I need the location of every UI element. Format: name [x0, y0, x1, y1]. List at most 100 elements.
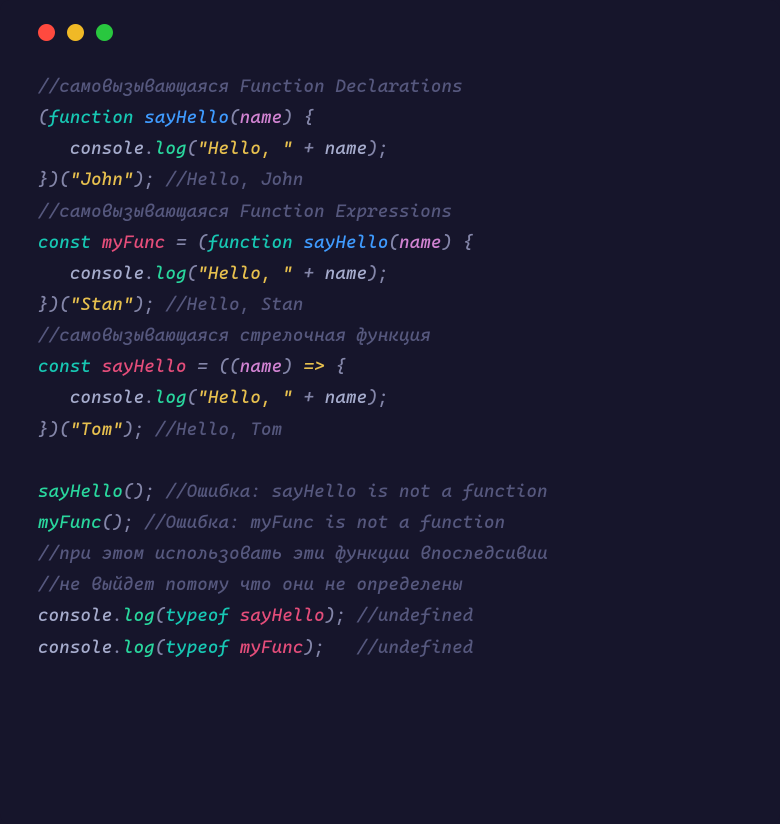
code-token: console [70, 263, 144, 284]
code-token: . [112, 605, 123, 626]
code-token: typeof [165, 605, 229, 626]
code-line: })("Tom"); //Hello, Tom [38, 414, 742, 445]
code-token: //undefined [357, 605, 474, 626]
code-token: const [38, 232, 91, 253]
code-line: myFunc(); //Ошибка: myFunc is not a func… [38, 507, 742, 538]
code-token: //Hello, Stan [165, 294, 303, 315]
code-token: //Hello, Tom [155, 419, 282, 440]
code-token: //самовызывающаяся Function Declarations [38, 76, 463, 97]
code-token: //Ошибка: myFunc is not a function [144, 512, 505, 533]
code-line: console.log(typeof sayHello); //undefine… [38, 600, 742, 631]
code-token: //самовызывающаяся стрелочная функция [38, 325, 431, 346]
code-token: const [38, 356, 91, 377]
code-token: ) { [442, 232, 474, 253]
code-token: + [293, 263, 325, 284]
code-token: = (( [187, 356, 240, 377]
code-line: const sayHello = ((name) => { [38, 351, 742, 382]
code-token: console [70, 138, 144, 159]
code-window: //самовызывающаяся Function Declarations… [0, 0, 780, 824]
minimize-icon[interactable] [67, 24, 84, 41]
code-block: //самовызывающаяся Function Declarations… [0, 49, 780, 693]
code-token: . [144, 387, 155, 408]
code-token: . [144, 138, 155, 159]
code-token: typeof [165, 637, 229, 658]
code-line: //при этом использовать эти функции впос… [38, 538, 742, 569]
code-token: //не выйдет потому что они не определены [38, 574, 463, 595]
code-token [91, 232, 102, 253]
code-token: //самовызывающаяся Function Expressions [38, 201, 452, 222]
code-token: sayHello [102, 356, 187, 377]
code-line: console.log("Hello, " + name); [38, 133, 742, 164]
code-token: . [144, 263, 155, 284]
code-token: ); [367, 263, 388, 284]
code-token: console [38, 605, 112, 626]
code-token: sayHello [304, 232, 389, 253]
code-token: + [293, 387, 325, 408]
code-token: "Tom" [70, 419, 123, 440]
code-token [38, 138, 70, 159]
code-line: (function sayHello(name) { [38, 102, 742, 133]
code-token: console [70, 387, 144, 408]
code-token: ); [304, 637, 357, 658]
code-line: })("Stan"); //Hello, Stan [38, 289, 742, 320]
code-token: })( [38, 169, 70, 190]
close-icon[interactable] [38, 24, 55, 41]
code-token: ); [123, 419, 155, 440]
code-line: })("John"); //Hello, John [38, 164, 742, 195]
code-token: //undefined [357, 637, 474, 658]
code-token: "Hello, " [197, 138, 293, 159]
code-token: ); [325, 605, 357, 626]
code-token [38, 387, 70, 408]
code-token: //при этом использовать эти функции впос… [38, 543, 548, 564]
code-token: => [304, 356, 325, 377]
code-token: ( [388, 232, 399, 253]
code-token: ( [155, 637, 166, 658]
code-token [293, 232, 304, 253]
code-token: ) { [282, 107, 314, 128]
code-line: //самовызывающаяся стрелочная функция [38, 320, 742, 351]
code-token: . [112, 637, 123, 658]
code-line: //не выйдет потому что они не определены [38, 569, 742, 600]
maximize-icon[interactable] [96, 24, 113, 41]
code-line [38, 445, 742, 476]
code-token: log [155, 263, 187, 284]
code-token: ( [155, 605, 166, 626]
code-token: ) [282, 356, 303, 377]
code-token: log [123, 637, 155, 658]
code-token: "John" [70, 169, 134, 190]
code-line: console.log(typeof myFunc); //undefined [38, 632, 742, 663]
code-token: })( [38, 294, 70, 315]
code-token: name [325, 263, 367, 284]
code-token: //Ошибка: sayHello is not a function [165, 481, 547, 502]
code-line: sayHello(); //Ошибка: sayHello is not a … [38, 476, 742, 507]
code-line: const myFunc = (function sayHello(name) … [38, 227, 742, 258]
code-token: sayHello [240, 605, 325, 626]
titlebar [0, 0, 780, 49]
code-token: ); [367, 138, 388, 159]
code-token: ); [367, 387, 388, 408]
code-token: "Hello, " [197, 263, 293, 284]
code-line: console.log("Hello, " + name); [38, 258, 742, 289]
code-token: ( [38, 107, 49, 128]
code-token: })( [38, 419, 70, 440]
code-token: ( [187, 263, 198, 284]
code-token: (); [123, 481, 165, 502]
code-token: ( [229, 107, 240, 128]
code-token: name [240, 356, 282, 377]
code-token: ( [187, 387, 198, 408]
code-token: myFunc [38, 512, 102, 533]
code-token: //Hello, John [165, 169, 303, 190]
code-token: name [325, 387, 367, 408]
code-token: console [38, 637, 112, 658]
code-token [229, 605, 240, 626]
code-token: name [240, 107, 282, 128]
code-token: (); [102, 512, 144, 533]
code-token: myFunc [102, 232, 166, 253]
code-token: sayHello [38, 481, 123, 502]
code-token: ); [134, 169, 166, 190]
code-token: function [49, 107, 134, 128]
code-line: //самовызывающаяся Function Expressions [38, 196, 742, 227]
code-token: log [155, 387, 187, 408]
code-token [229, 637, 240, 658]
code-token: name [399, 232, 441, 253]
